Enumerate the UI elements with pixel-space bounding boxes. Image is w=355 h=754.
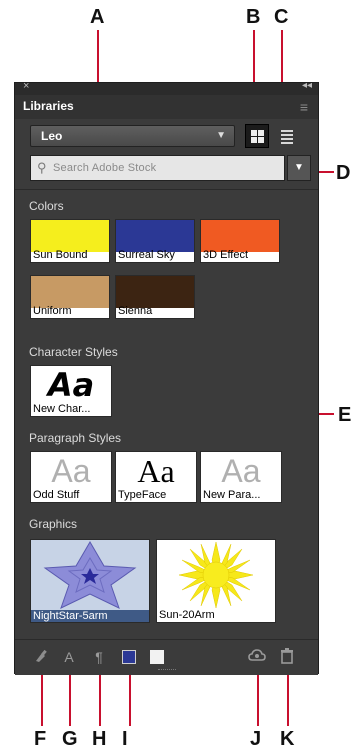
- list-view-icon: [281, 138, 293, 140]
- callout-i: I: [122, 728, 128, 750]
- character-style-tile[interactable]: Aa New Char...: [30, 365, 112, 417]
- paragraph-style-tile[interactable]: Aa New Para...: [200, 451, 282, 503]
- graphic-name: Sun-20Arm: [159, 609, 215, 621]
- panel-title-bar: × ◂◂: [15, 80, 318, 95]
- callout-h: H: [92, 728, 107, 750]
- callout-c: C: [274, 6, 289, 28]
- paragraph-icon[interactable]: ¶: [90, 648, 108, 666]
- paragraph-style-name: New Para...: [203, 489, 261, 501]
- color-fill: [116, 220, 194, 252]
- graphic-tile[interactable]: NightStar-5arm: [30, 539, 150, 623]
- paragraph-style-preview: Aa: [137, 453, 175, 489]
- cloud-sync-icon[interactable]: [248, 648, 266, 666]
- color-fill: [31, 276, 109, 308]
- collapse-icon[interactable]: ◂◂: [302, 80, 312, 91]
- search-stock-input[interactable]: ⚲ Search Adobe Stock: [30, 155, 285, 181]
- resize-grip[interactable]: [157, 669, 176, 673]
- color-name: Uniform: [33, 305, 72, 317]
- character-style-preview: Aa: [47, 366, 95, 404]
- graphic-name: NightStar-5arm: [31, 610, 149, 622]
- nightstar-graphic: [43, 541, 137, 609]
- paragraph-style-preview: Aa: [221, 453, 261, 489]
- color-fill: [201, 220, 279, 252]
- color-name: 3D Effect: [203, 249, 249, 261]
- panel-tab-row: Libraries ≡: [15, 95, 318, 119]
- grid-view-button[interactable]: [245, 124, 269, 148]
- color-name: Surreal Sky: [118, 249, 175, 261]
- library-dropdown[interactable]: Leo ▼: [30, 125, 235, 147]
- color-swatch[interactable]: 3D Effect: [200, 219, 280, 263]
- stroke-color-icon[interactable]: [148, 648, 166, 666]
- section-colors-heading: Colors: [29, 199, 64, 213]
- callout-j: J: [250, 728, 262, 750]
- paragraph-style-preview: Aa: [51, 453, 91, 489]
- divider: [15, 189, 318, 190]
- panel-bottom-bar: A ¶: [15, 639, 318, 675]
- callout-k: K: [280, 728, 295, 750]
- list-view-icon: [281, 130, 293, 132]
- color-swatch[interactable]: Sun Bound: [30, 219, 110, 263]
- callout-e: E: [338, 404, 352, 426]
- grid-view-icon: [251, 137, 257, 143]
- graphic-tile[interactable]: Sun-20Arm: [156, 539, 276, 623]
- grid-view-icon: [258, 137, 264, 143]
- fill-color-icon[interactable]: [120, 648, 138, 666]
- list-view-button[interactable]: [275, 124, 299, 148]
- callout-a: A: [90, 6, 105, 28]
- trash-icon[interactable]: [278, 648, 296, 666]
- text-style-icon[interactable]: A: [60, 648, 78, 666]
- brush-icon[interactable]: [32, 648, 50, 666]
- search-placeholder: Search Adobe Stock: [53, 162, 157, 174]
- callout-d: D: [336, 162, 351, 184]
- section-graphics-heading: Graphics: [29, 517, 78, 531]
- color-name: Sun Bound: [33, 249, 88, 261]
- callout-f: F: [34, 728, 47, 750]
- character-style-name: New Char...: [33, 403, 91, 415]
- search-options-button[interactable]: ▼: [287, 155, 311, 181]
- color-fill: [31, 220, 109, 252]
- callout-g: G: [62, 728, 78, 750]
- paragraph-style-tile[interactable]: Aa Odd Stuff: [30, 451, 112, 503]
- paragraph-style-name: TypeFace: [118, 489, 167, 501]
- grid-view-icon: [258, 130, 264, 136]
- paragraph-style-name: Odd Stuff: [33, 489, 80, 501]
- close-icon[interactable]: ×: [23, 80, 29, 92]
- grid-view-icon: [251, 130, 257, 136]
- search-icon: ⚲: [37, 160, 47, 175]
- section-character-styles-heading: Character Styles: [29, 345, 118, 359]
- color-fill: [116, 276, 194, 308]
- list-view-icon: [281, 134, 293, 136]
- color-swatch[interactable]: Sienna: [115, 275, 195, 319]
- chevron-down-icon: ▼: [216, 130, 226, 141]
- paragraph-style-tile[interactable]: Aa TypeFace: [115, 451, 197, 503]
- color-name: Sienna: [118, 305, 153, 317]
- list-view-icon: [281, 142, 293, 144]
- sun-graphic: [178, 541, 254, 609]
- tab-libraries[interactable]: Libraries: [23, 99, 74, 113]
- libraries-panel: × ◂◂ Libraries ≡ Leo ▼ ⚲ Search Adobe St…: [14, 80, 319, 675]
- callout-b: B: [246, 6, 261, 28]
- section-paragraph-styles-heading: Paragraph Styles: [29, 431, 122, 445]
- color-swatch[interactable]: Uniform: [30, 275, 110, 319]
- color-swatch[interactable]: Surreal Sky: [115, 219, 195, 263]
- library-dropdown-value: Leo: [41, 129, 63, 143]
- panel-menu-icon[interactable]: ≡: [300, 99, 308, 115]
